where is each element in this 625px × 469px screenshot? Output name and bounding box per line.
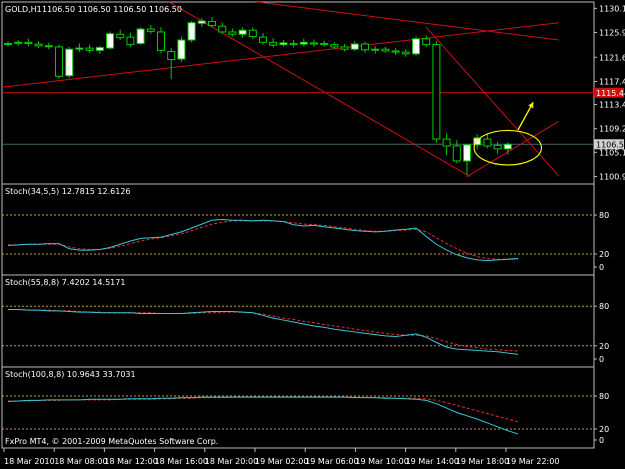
candle-body [116,33,125,39]
candle-body [157,31,165,51]
stoch-main-line [8,309,519,355]
stoch-signal-line [8,220,518,260]
candle-body [75,47,84,50]
time-tick-label: 19 Mar 18:00 [456,457,509,466]
stoch-pane-3-frame [1,366,595,449]
candle-body [146,28,155,32]
time-tick-label: 19 Mar 10:00 [355,457,408,466]
price-tick-label: 1130.10 [599,4,625,13]
time-tick-label: 18 Mar 20:00 [205,457,258,466]
symbol-label: GOLD,H1 [5,5,42,14]
time-tick-label: 19 Mar 02:00 [255,457,308,466]
candle-body [320,42,329,46]
time-tick-label: 19 Mar 06:00 [305,457,358,466]
candle-body [208,21,216,27]
price-tick-label: 1100.90 [599,173,625,182]
time-tick-label: 19 Mar 22:00 [506,457,559,466]
stoch-title: Stoch(100,8,8) 10.9643 33.7031 [5,370,136,379]
stoch-tick-label: 0 [599,263,604,272]
stoch-title: Stoch(55,8,8) 7.4202 14.5171 [5,278,125,287]
candle-body [177,39,186,60]
time-tick-label: 19 Mar 14:00 [406,457,459,466]
candle-body [483,138,492,147]
stoch-pane-1-frame [1,183,595,276]
candle-body [55,46,63,77]
price-tick-label: 1109.20 [599,125,625,134]
candle-body [340,46,349,50]
price-badge-label: 1106.50 [596,140,625,149]
stoch-tick-label: 0 [599,436,604,445]
price-tick-label: 1113.40 [599,101,625,110]
candle-body [238,29,247,35]
copyright-text: FxPro MT4, © 2001-2009 MetaQuotes Softwa… [5,437,218,446]
candle-body [34,43,43,47]
candle-body [248,29,257,38]
price-tick-label: 1105.10 [599,148,625,157]
stoch-signal-line [8,396,519,423]
stoch-tick-label: 20 [599,425,609,434]
candle-body [259,36,267,43]
candle-body [289,42,298,46]
candle-body [65,48,74,77]
candle-body [95,47,104,51]
candle-body [218,25,227,33]
time-tick-label: 18 Mar 12:00 [104,457,157,466]
candle-body [85,47,94,51]
candle-body [361,43,369,51]
candle-body [503,143,512,150]
candle-body [24,41,33,44]
candle-body [330,44,339,48]
candle-body [422,38,431,46]
candle-body [493,144,502,150]
trendline[interactable] [0,22,559,90]
candle-body [167,51,176,61]
stoch-tick-label: 20 [599,342,609,351]
candle-body [299,41,308,45]
ohlc-readout: 1106.50 1106.50 1106.50 1106.50 [42,5,182,14]
stoch-tick-label: 0 [599,355,604,364]
time-tick-label: 18 Mar 16:00 [155,457,208,466]
candle-body [371,48,380,51]
candle-body [412,38,420,55]
stoch-tick-label: 20 [599,250,609,259]
stoch-main-line [7,396,519,435]
candle-body [463,144,471,162]
price-tick-label: 1125.90 [599,29,625,38]
candle-body [279,42,288,46]
price-plot-area [0,0,594,177]
candle-body [106,33,114,49]
time-tick-label: 18 Mar 2010 [4,457,55,466]
candle-body [401,51,410,55]
candle-body [310,42,318,45]
candle-body [350,43,359,50]
candle-body [391,50,400,53]
candle-body [44,45,53,48]
candle-body [228,31,237,35]
candle-body [432,44,441,140]
candle-body [4,42,12,45]
candle-body [269,41,278,46]
stoch-tick-label: 80 [599,302,609,311]
trendline[interactable] [466,120,560,177]
stoch-title: Stoch(34,5,5) 12.7815 12.6126 [5,187,131,196]
price-badge-label: 1115.44 [596,89,625,98]
time-tick-label: 18 Mar 08:00 [54,457,107,466]
mt4-chart-window[interactable]: 1130.10 1125.90 1121.60 1117.40 1113.40 1109.… [0,0,625,469]
candle-body [381,48,390,52]
candle-body [197,20,206,24]
price-tick-label: 1117.40 [599,77,625,86]
stoch-tick-label: 80 [599,392,609,401]
candle-body [14,41,23,44]
trendline[interactable] [161,0,471,177]
candle-body [442,138,451,147]
candle-body [452,145,461,162]
candle-body [136,28,145,44]
trendline[interactable] [212,0,559,41]
candle-body [187,22,196,41]
candle-body [126,36,135,46]
stoch-tick-label: 80 [599,211,609,220]
price-tick-label: 1121.60 [599,53,625,62]
